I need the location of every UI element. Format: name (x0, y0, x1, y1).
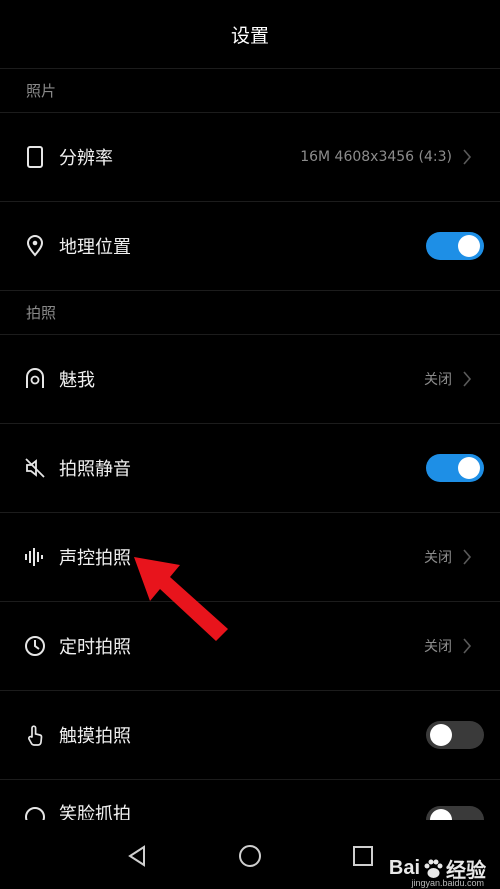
touch-hand-icon (24, 724, 46, 746)
toggle-knob (458, 235, 480, 257)
toggle-knob (430, 809, 452, 820)
chevron-right-icon (462, 548, 472, 566)
section-photo: 照片 (0, 69, 500, 113)
section-shoot: 拍照 (0, 291, 500, 335)
settings-header: 设置 (0, 0, 500, 69)
speaker-muted-icon (24, 457, 46, 479)
smile-toggle[interactable] (426, 806, 484, 820)
location-pin-icon (24, 235, 46, 257)
chevron-right-icon (462, 370, 472, 388)
setting-timer-value: 关闭 (424, 639, 452, 655)
chevron-right-icon (462, 148, 472, 166)
setting-beauty[interactable]: 魅我 关闭 (0, 335, 500, 424)
location-toggle[interactable] (426, 232, 484, 260)
paw-icon (424, 859, 443, 878)
red-arrow-annotation (134, 557, 228, 641)
baidu-watermark: Bai 经验 jingyan.baidu.com (388, 854, 486, 888)
setting-timer-label: 定时拍照 (59, 637, 131, 658)
setting-beauty-value: 关闭 (424, 372, 452, 388)
setting-smile[interactable]: 笑脸抓拍 (0, 780, 500, 820)
watermark-brand-left: Bai (388, 857, 420, 879)
setting-resolution[interactable]: 分辨率 16M 4608x3456 (4:3) (0, 113, 500, 202)
touch-toggle[interactable] (426, 721, 484, 749)
setting-location-label: 地理位置 (59, 237, 131, 258)
toggle-knob (458, 457, 480, 479)
sound-wave-icon (24, 546, 46, 568)
setting-voice-value: 关闭 (424, 550, 452, 566)
setting-voice-label: 声控拍照 (59, 548, 131, 569)
setting-mute-label: 拍照静音 (59, 459, 131, 480)
setting-resolution-label: 分辨率 (59, 148, 113, 169)
watermark-url: jingyan.baidu.com (411, 878, 484, 888)
setting-touch[interactable]: 触摸拍照 (0, 691, 500, 780)
phone-outline-icon (24, 146, 46, 168)
setting-location[interactable]: 地理位置 (0, 202, 500, 291)
setting-beauty-label: 魅我 (59, 370, 95, 391)
recents-icon[interactable] (350, 843, 376, 873)
setting-smile-label: 笑脸抓拍 (59, 804, 131, 820)
setting-timer[interactable]: 定时拍照 关闭 (0, 602, 500, 691)
setting-voice[interactable]: 声控拍照 关闭 (0, 513, 500, 602)
page-title: 设置 (230, 24, 269, 47)
setting-resolution-value: 16M 4608x3456 (4:3) (300, 149, 452, 165)
smile-icon (24, 806, 46, 820)
home-icon[interactable] (237, 843, 263, 873)
toggle-knob (430, 724, 452, 746)
beauty-face-icon (24, 368, 46, 390)
setting-mute[interactable]: 拍照静音 (0, 424, 500, 513)
chevron-right-icon (462, 637, 472, 655)
section-shoot-label: 拍照 (26, 304, 57, 322)
mute-toggle[interactable] (426, 454, 484, 482)
back-icon[interactable] (124, 843, 150, 873)
setting-touch-label: 触摸拍照 (59, 726, 131, 747)
section-photo-label: 照片 (26, 82, 57, 100)
clock-icon (24, 635, 46, 657)
